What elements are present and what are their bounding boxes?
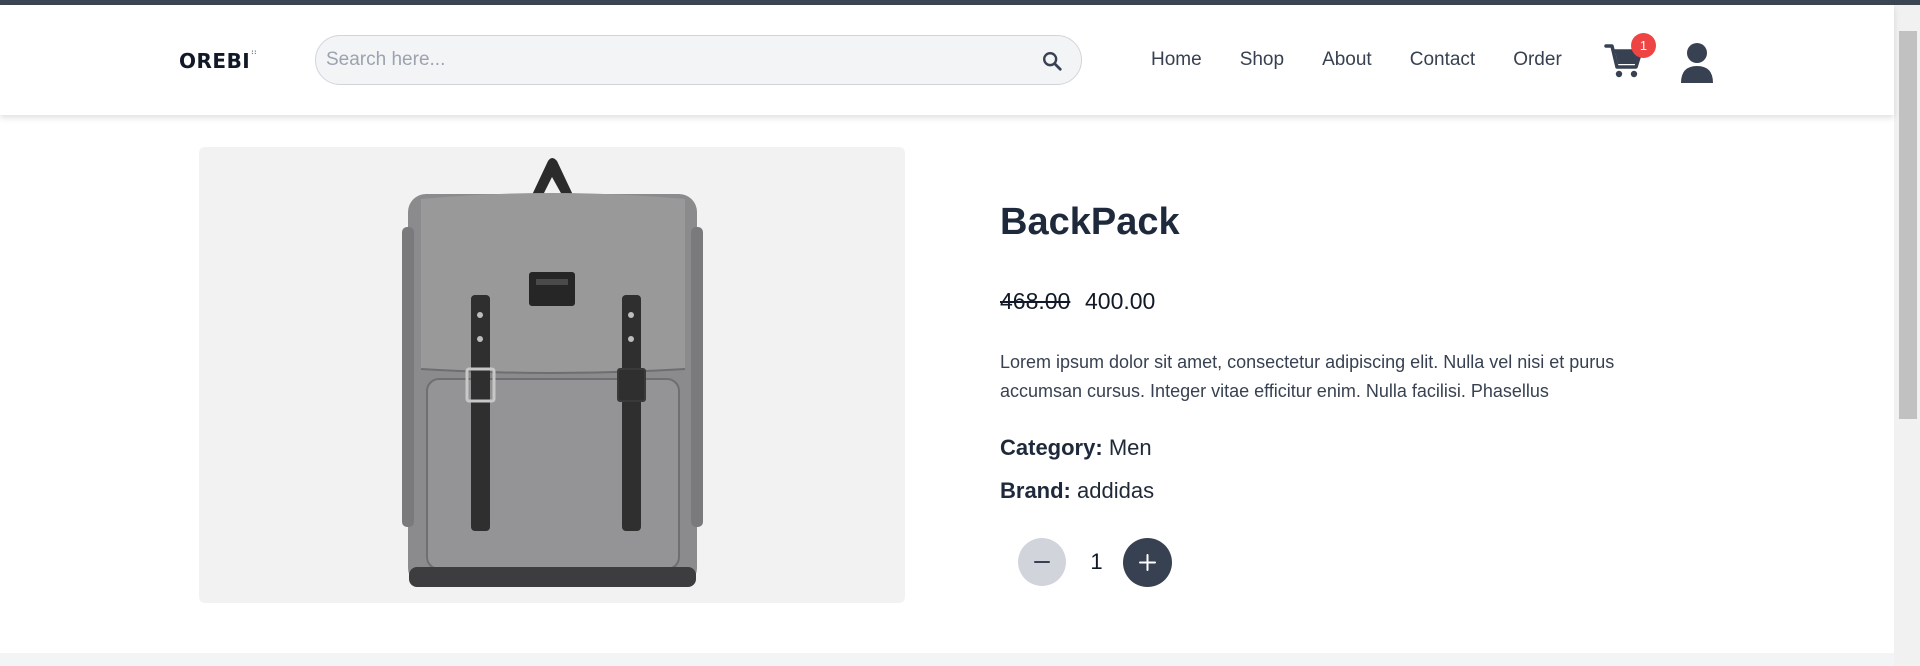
nav-about[interactable]: About [1322,49,1372,71]
plus-icon [1139,554,1156,571]
decrease-quantity-button[interactable] [1018,538,1066,586]
product-image [199,147,905,603]
minus-icon [1034,561,1050,563]
category-label: Category: [1000,435,1103,460]
product-title: BackPack [1000,201,1180,243]
site-header: OREBI:: Home Shop About Contact Order 1 [0,5,1894,115]
quantity-value: 1 [1090,549,1103,574]
nav-shop[interactable]: Shop [1240,49,1284,71]
nav-order[interactable]: Order [1513,49,1562,71]
main-nav: Home Shop About Contact Order [1151,49,1600,71]
search-input[interactable] [326,36,1016,84]
search-bar [315,35,1082,85]
user-icon[interactable] [1679,42,1715,84]
cart-count-badge: 1 [1631,33,1656,58]
scrollbar-thumb[interactable] [1899,31,1917,419]
product-category: Category: Men [1000,435,1152,461]
brand-label: Brand: [1000,478,1071,503]
site-logo[interactable]: OREBI:: [179,49,257,73]
sale-price: 400.00 [1085,288,1156,314]
page-scrollbar[interactable] [1894,5,1920,666]
product-description: Lorem ipsum dolor sit amet, consectetur … [1000,352,1615,401]
original-price: 468.00 [1000,288,1071,314]
product-brand: Brand: addidas [1000,478,1154,504]
backpack-image [402,158,703,587]
increase-quantity-button[interactable] [1123,538,1172,587]
category-value: Men [1108,435,1152,460]
nav-home[interactable]: Home [1151,49,1202,71]
brand-value: addidas [1077,478,1155,503]
search-icon[interactable] [1041,50,1063,72]
logo-mark: :: [251,49,258,56]
nav-contact[interactable]: Contact [1410,49,1475,71]
page-bottom-band [0,653,1894,666]
